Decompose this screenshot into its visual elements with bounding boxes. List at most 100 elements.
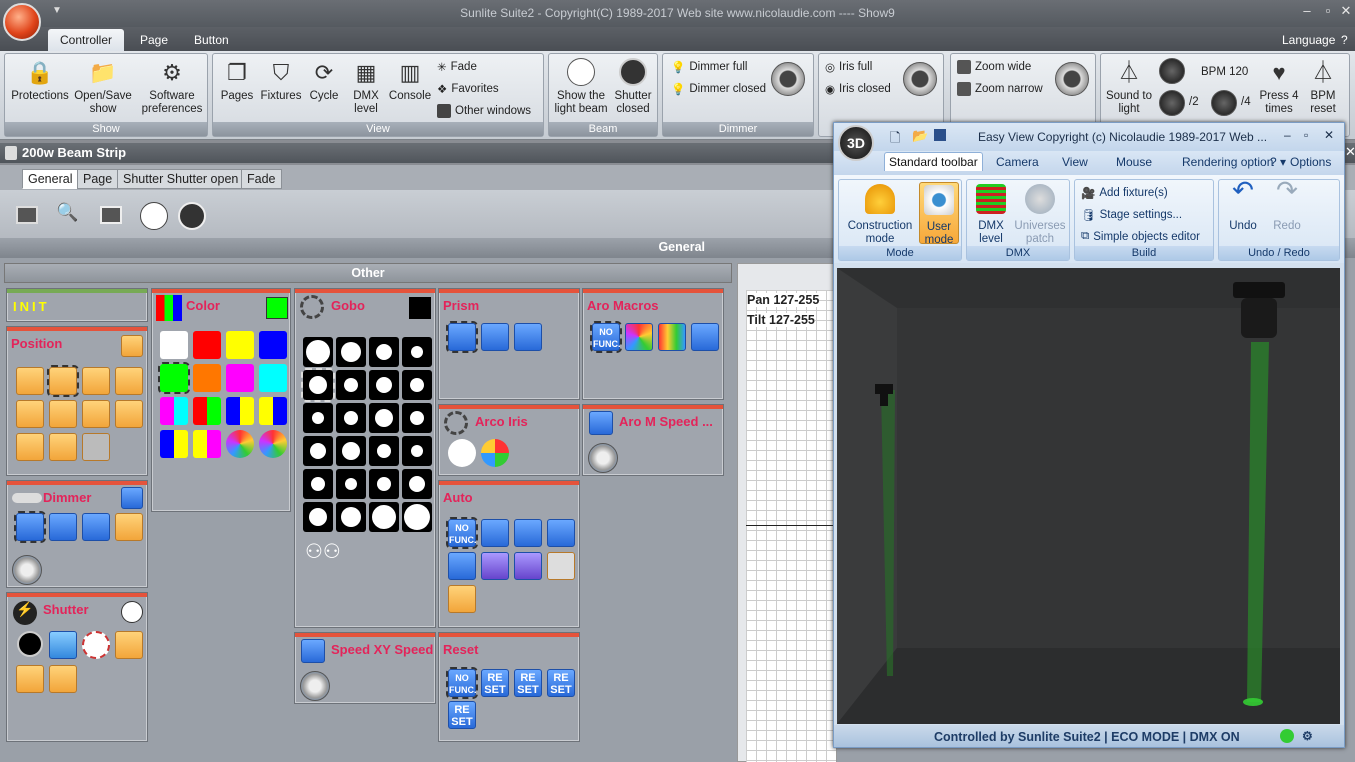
help-button[interactable]: ? [1337, 29, 1352, 51]
shutter-closed-button[interactable]: Shutter closed [611, 58, 655, 116]
split-color-swatch[interactable] [160, 430, 188, 458]
minimize-icon[interactable]: – [1297, 3, 1317, 21]
reset-no-func-button[interactable]: NO FUNC. [446, 667, 478, 699]
bpm-reset-button[interactable]: ⏃ BPM reset [1303, 58, 1343, 116]
construction-mode-button[interactable]: Construction mode [841, 184, 919, 246]
redo-button[interactable]: ↷ Redo [1267, 177, 1307, 233]
speed-xy-knob[interactable] [300, 671, 330, 701]
arco-white-icon[interactable] [448, 439, 476, 467]
aro-auto-icon[interactable] [691, 323, 719, 351]
gobo-pattern[interactable] [369, 370, 399, 400]
pages-button[interactable]: ❐ Pages [217, 58, 257, 103]
press-4-times-button[interactable]: ♥ Press 4 times [1259, 58, 1299, 116]
new-file-icon[interactable]: 🗋 [890, 129, 900, 151]
console-button[interactable]: ▥ Console [387, 58, 433, 103]
color-wheel-icon[interactable] [226, 430, 254, 458]
universes-patch-button[interactable]: Universes patch [1013, 184, 1067, 246]
3d-stage-view[interactable] [837, 268, 1340, 724]
protections-button[interactable]: 🔒 Protections [9, 58, 71, 103]
gobo-pattern[interactable] [369, 403, 399, 433]
reset-button-2[interactable]: RE SET [514, 669, 542, 697]
easy-view-close-icon[interactable]: ✕ [1324, 128, 1334, 142]
prism-2-icon[interactable] [514, 323, 542, 351]
gobo-pattern[interactable] [303, 337, 333, 367]
gobo-pattern[interactable] [402, 403, 432, 433]
panel-init[interactable]: INIT [6, 288, 148, 322]
auto-no-func-button[interactable]: NO FUNC. [446, 517, 478, 549]
tab-standard-toolbar[interactable]: Standard toolbar [884, 152, 983, 171]
tab-controller[interactable]: Controller [48, 29, 125, 51]
auto-03-icon[interactable] [547, 519, 575, 547]
open-folder-icon[interactable]: 📂 [912, 128, 928, 144]
tab-view[interactable]: View [1062, 155, 1088, 169]
easy-view-minimize-icon[interactable]: – [1284, 128, 1291, 142]
dimmer-knob[interactable] [771, 62, 805, 96]
gobo-pattern[interactable] [336, 370, 366, 400]
color-swatch[interactable] [226, 364, 254, 392]
gobo-pattern[interactable] [402, 370, 432, 400]
reset-button-4[interactable]: RE SET [448, 701, 476, 729]
gobo-pattern[interactable] [336, 469, 366, 499]
auto-01-icon[interactable] [481, 519, 509, 547]
maximize-icon[interactable]: ▫ [1318, 3, 1338, 21]
stage-settings-button[interactable]: 🛢 Stage settings... [1081, 208, 1182, 222]
position-rings-icon[interactable] [82, 367, 110, 395]
gobo-pattern[interactable] [369, 502, 399, 532]
tab-rendering-option[interactable]: Rendering option [1182, 155, 1273, 169]
gobo-pattern[interactable] [369, 469, 399, 499]
gobo-pattern[interactable] [303, 469, 333, 499]
dimmer-full-button[interactable]: 💡 Dimmer full [671, 60, 747, 74]
aro-no-func-button[interactable]: NO FUNC. [590, 321, 622, 353]
tab-mouse[interactable]: Mouse [1116, 155, 1152, 169]
tap-button-2[interactable] [1159, 90, 1185, 116]
quick-access-chevron-icon[interactable]: ▼ [52, 5, 62, 16]
subtab-fade[interactable]: Fade [241, 169, 282, 189]
subtab-shutter[interactable]: Shutter Shutter open [117, 169, 245, 189]
fixtures-button[interactable]: ⛉ Fixtures [259, 58, 303, 103]
undo-button[interactable]: ↶ Undo [1223, 177, 1263, 233]
split-color-swatch[interactable] [193, 430, 221, 458]
user-mode-button[interactable]: User mode [919, 182, 959, 246]
gobo-pattern[interactable] [402, 502, 432, 532]
dimmer-2-icon[interactable] [82, 513, 110, 541]
zoom-knob[interactable] [1055, 62, 1089, 96]
color-swatch[interactable] [226, 331, 254, 359]
options-menu[interactable]: Options [1290, 155, 1331, 169]
zoom-narrow-button[interactable]: Zoom narrow [957, 82, 1043, 96]
color-swatch[interactable] [259, 364, 287, 392]
dimmer-ramp-icon[interactable] [115, 513, 143, 541]
zoom-wide-button[interactable]: Zoom wide [957, 60, 1031, 74]
software-preferences-button[interactable]: ⚙ Software preferences [137, 58, 207, 116]
reset-button-3[interactable]: RE SET [547, 669, 575, 697]
dmx-level-button[interactable]: ▦ DMX level [347, 58, 385, 116]
iris-full-button[interactable]: ◎ Iris full [825, 60, 872, 74]
add-fixtures-button[interactable]: 🎥 Add fixture(s) [1081, 186, 1168, 200]
close-panel-icon[interactable]: ✕ [1345, 144, 1355, 160]
aro-color-icon[interactable] [625, 323, 653, 351]
gobo-pattern[interactable] [402, 469, 432, 499]
tab-button[interactable]: Button [182, 29, 241, 51]
split-color-swatch[interactable] [160, 397, 188, 425]
prism-open-icon[interactable] [446, 321, 478, 353]
layout-icon[interactable] [100, 206, 122, 224]
position-vertical-arrows-icon[interactable] [49, 433, 77, 461]
position-circle-icon[interactable] [16, 367, 44, 395]
show-light-beam-button[interactable]: Show the light beam [551, 58, 611, 116]
position-horizontal-icon[interactable] [82, 400, 110, 428]
tab-page[interactable]: Page [128, 29, 180, 51]
dmx-level-button-3d[interactable]: DMX level [971, 184, 1011, 246]
color-swatch[interactable] [193, 364, 221, 392]
aro-m-speed-knob[interactable] [588, 443, 618, 473]
position-knot-icon[interactable] [16, 400, 44, 428]
subtab-page[interactable]: Page [77, 169, 119, 189]
cycle-button[interactable]: ⟳ Cycle [305, 58, 343, 103]
iris-knob[interactable] [903, 62, 937, 96]
position-speaker-icon[interactable] [82, 433, 110, 461]
open-save-button[interactable]: 📁 Open/Save show [71, 58, 135, 116]
dimmer-1-icon[interactable] [49, 513, 77, 541]
settings-icon[interactable]: ⚙ [1302, 729, 1313, 743]
gobo-pattern[interactable] [402, 337, 432, 367]
gobo-pattern[interactable] [336, 337, 366, 367]
color-wheel-icon[interactable] [259, 430, 287, 458]
language-menu[interactable]: Language [1270, 29, 1339, 51]
